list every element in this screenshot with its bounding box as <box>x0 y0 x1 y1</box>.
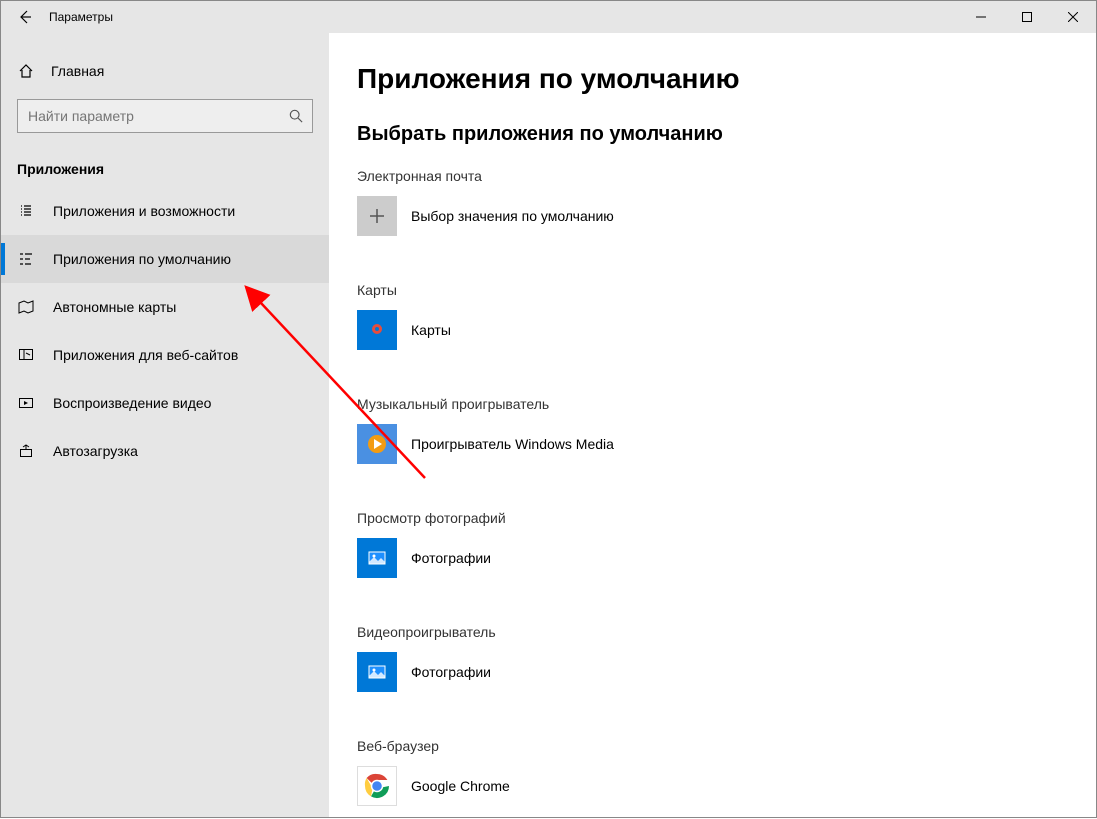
sidebar-item-label: Автозагрузка <box>53 443 138 459</box>
app-name: Фотографии <box>411 664 491 680</box>
sidebar: Главная Приложения Приложения и возможно… <box>1 33 329 817</box>
sidebar-item-label: Приложения по умолчанию <box>53 251 231 267</box>
plus-icon <box>357 196 397 236</box>
titlebar: Параметры <box>1 1 1096 33</box>
default-app-music[interactable]: Проигрыватель Windows Media <box>357 424 1096 464</box>
category-label-music: Музыкальный проигрыватель <box>357 396 1096 412</box>
map-icon <box>17 299 35 315</box>
sidebar-item-offline-maps[interactable]: Автономные карты <box>1 283 329 331</box>
sidebar-item-label: Воспроизведение видео <box>53 395 211 411</box>
app-name: Google Chrome <box>411 778 510 794</box>
sidebar-home-label: Главная <box>51 63 104 79</box>
startup-icon <box>17 443 35 459</box>
category-label-photos: Просмотр фотографий <box>357 510 1096 526</box>
default-app-email[interactable]: Выбор значения по умолчанию <box>357 196 1096 236</box>
app-name: Выбор значения по умолчанию <box>411 208 614 224</box>
page-subheading: Выбрать приложения по умолчанию <box>357 123 1096 146</box>
photos-app-icon <box>357 538 397 578</box>
defaults-icon <box>17 251 35 267</box>
app-name: Проигрыватель Windows Media <box>411 436 614 452</box>
search-box[interactable] <box>17 99 313 133</box>
sidebar-home[interactable]: Главная <box>1 53 329 89</box>
arrow-left-icon <box>17 9 33 25</box>
sidebar-item-apps-features[interactable]: Приложения и возможности <box>1 187 329 235</box>
sidebar-item-startup[interactable]: Автозагрузка <box>1 427 329 475</box>
minimize-icon <box>976 12 986 22</box>
sidebar-item-label: Приложения и возможности <box>53 203 235 219</box>
chrome-app-icon <box>357 766 397 806</box>
maximize-button[interactable] <box>1004 1 1050 33</box>
sidebar-item-label: Автономные карты <box>53 299 176 315</box>
photos-app-icon <box>357 652 397 692</box>
category-label-browser: Веб-браузер <box>357 738 1096 754</box>
page-heading: Приложения по умолчанию <box>357 63 1096 95</box>
close-icon <box>1068 12 1078 22</box>
home-icon <box>17 63 35 79</box>
close-button[interactable] <box>1050 1 1096 33</box>
sidebar-section-label: Приложения <box>1 149 329 187</box>
back-button[interactable] <box>1 1 49 33</box>
maximize-icon <box>1022 12 1032 22</box>
default-app-browser[interactable]: Google Chrome <box>357 766 1096 806</box>
category-label-video: Видеопроигрыватель <box>357 624 1096 640</box>
wmp-app-icon <box>357 424 397 464</box>
sidebar-item-default-apps[interactable]: Приложения по умолчанию <box>1 235 329 283</box>
app-name: Фотографии <box>411 550 491 566</box>
app-name: Карты <box>411 322 451 338</box>
sidebar-item-label: Приложения для веб-сайтов <box>53 347 238 363</box>
maps-app-icon <box>357 310 397 350</box>
category-label-maps: Карты <box>357 282 1096 298</box>
default-app-maps[interactable]: Карты <box>357 310 1096 350</box>
list-icon <box>17 203 35 219</box>
default-app-video[interactable]: Фотографии <box>357 652 1096 692</box>
minimize-button[interactable] <box>958 1 1004 33</box>
website-icon <box>17 347 35 363</box>
window-title: Параметры <box>49 10 113 24</box>
category-label-email: Электронная почта <box>357 168 1096 184</box>
sidebar-item-apps-for-websites[interactable]: Приложения для веб-сайтов <box>1 331 329 379</box>
search-input[interactable] <box>17 99 313 133</box>
main-panel: Приложения по умолчанию Выбрать приложен… <box>329 33 1096 817</box>
default-app-photos[interactable]: Фотографии <box>357 538 1096 578</box>
video-icon <box>17 395 35 411</box>
sidebar-item-video-playback[interactable]: Воспроизведение видео <box>1 379 329 427</box>
